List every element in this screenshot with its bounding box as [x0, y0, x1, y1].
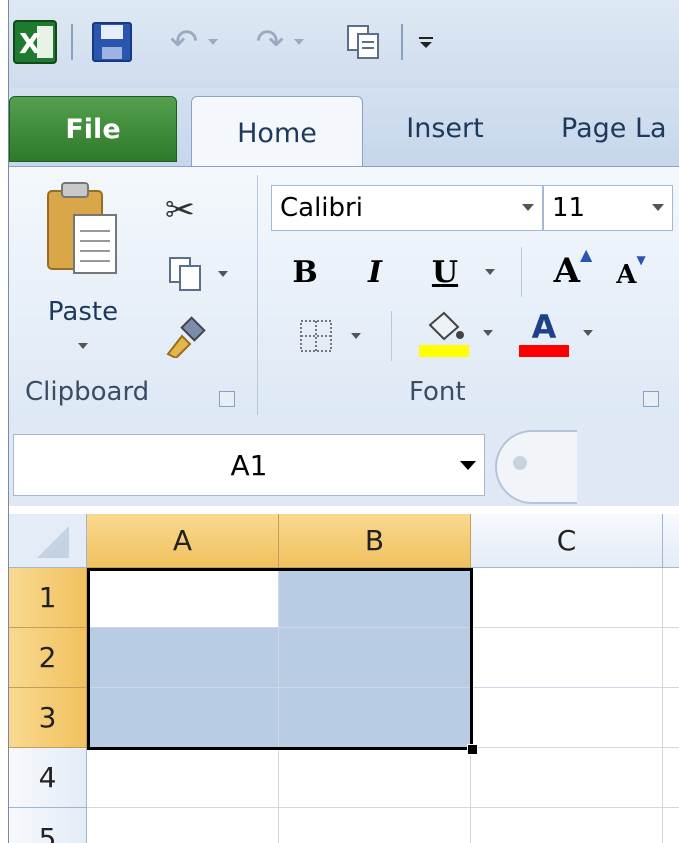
save-icon[interactable] [87, 20, 137, 64]
column-header-b[interactable]: B [279, 514, 471, 568]
fill-color-swatch [419, 345, 469, 357]
fill-color-button[interactable] [411, 303, 501, 363]
chevron-down-icon [483, 330, 493, 336]
cell-d3[interactable] [663, 688, 679, 748]
italic-button[interactable]: I [355, 247, 395, 297]
worksheet-grid[interactable]: A B C 1 2 3 4 5 [9, 506, 679, 843]
svg-text:X: X [19, 27, 41, 60]
cell-c3[interactable] [471, 688, 663, 748]
group-label-font: Font [409, 377, 466, 407]
font-color-swatch [519, 345, 569, 357]
circle-icon [513, 456, 527, 470]
toolbar-separator [401, 24, 403, 60]
cell-d5[interactable] [663, 808, 679, 843]
paint-bucket-icon [428, 311, 464, 341]
row-header-5[interactable]: 5 [9, 808, 87, 843]
copy-button[interactable] [155, 249, 239, 299]
cut-button[interactable]: ✂ [157, 185, 203, 235]
font-dialog-launcher-icon[interactable] [643, 391, 659, 407]
group-label-clipboard: Clipboard [25, 377, 150, 407]
row-header-1[interactable]: 1 [9, 568, 87, 628]
clipboard-dialog-launcher-icon[interactable] [219, 391, 235, 407]
excel-window: X ↶ ↷ File Home Insert Page La Paste ✂ C… [8, 0, 679, 843]
column-header-c[interactable]: C [471, 514, 663, 568]
borders-button[interactable] [285, 311, 375, 361]
font-color-label: A [531, 308, 557, 346]
underline-button[interactable]: U [425, 247, 465, 297]
undo-icon: ↶ [169, 22, 199, 62]
copy-icon [169, 257, 201, 291]
redo-icon: ↷ [255, 22, 285, 62]
chevron-down-icon[interactable] [460, 461, 476, 470]
chevron-down-icon [652, 204, 664, 211]
group-separator [391, 311, 392, 361]
format-painter-button[interactable] [159, 311, 213, 361]
excel-logo-icon[interactable]: X [11, 20, 59, 64]
redo-button[interactable]: ↷ [245, 20, 315, 64]
formula-bar: A1 [9, 424, 679, 506]
row-header-2[interactable]: 2 [9, 628, 87, 688]
chevron-down-icon [583, 330, 593, 336]
cell-c2[interactable] [471, 628, 663, 688]
cell-a5[interactable] [87, 808, 279, 843]
borders-icon [300, 320, 332, 352]
grow-font-button[interactable]: A ▲ [549, 245, 597, 297]
shrink-font-label: A [616, 260, 637, 290]
ribbon-home: Paste ✂ Clipboard Calibri 11 B I U A ▲ A… [9, 166, 679, 426]
name-box-value: A1 [230, 448, 268, 482]
fill-handle[interactable] [467, 744, 478, 755]
underline-dropdown-icon[interactable] [485, 269, 495, 275]
shrink-font-button[interactable]: A ▼ [609, 253, 653, 297]
chevron-down-icon [522, 204, 534, 211]
font-size-select[interactable]: 11 [543, 185, 673, 231]
cell-b5[interactable] [279, 808, 471, 843]
cell-d2[interactable] [663, 628, 679, 688]
select-all-corner[interactable] [9, 514, 87, 568]
cell-c5[interactable] [471, 808, 663, 843]
cell-b4[interactable] [279, 748, 471, 808]
column-header-a[interactable]: A [87, 514, 279, 568]
arrow-down-icon: ▼ [636, 253, 646, 267]
ribbon-tab-bar: File Home Insert Page La [9, 88, 679, 169]
font-size-value: 11 [552, 193, 586, 223]
cell-d4[interactable] [663, 748, 679, 808]
customize-qat-icon[interactable] [411, 20, 441, 64]
scissors-icon: ✂ [164, 189, 196, 231]
format-painter-icon [166, 316, 206, 358]
paste-icon [47, 182, 117, 274]
font-name-select[interactable]: Calibri [271, 185, 543, 231]
row-header-4[interactable]: 4 [9, 748, 87, 808]
name-box[interactable]: A1 [13, 434, 485, 496]
chevron-down-icon [218, 271, 228, 277]
copy-icon[interactable] [339, 20, 389, 64]
arrow-up-icon: ▲ [580, 245, 593, 264]
tab-file[interactable]: File [9, 96, 177, 162]
tab-home[interactable]: Home [191, 96, 363, 169]
chevron-down-icon [351, 333, 361, 339]
cell-d1[interactable] [663, 568, 679, 628]
column-header-d[interactable] [663, 514, 679, 568]
toolbar-separator [71, 24, 73, 60]
bold-button[interactable]: B [285, 247, 325, 297]
tab-insert[interactable]: Insert [385, 96, 505, 160]
cell-c4[interactable] [471, 748, 663, 808]
chevron-down-icon [294, 39, 305, 45]
cell-c1[interactable] [471, 568, 663, 628]
group-separator [521, 247, 522, 297]
row-header-3[interactable]: 3 [9, 688, 87, 748]
quick-access-toolbar: X ↶ ↷ [9, 0, 679, 88]
tab-page-layout[interactable]: Page La [561, 96, 679, 160]
group-separator [257, 175, 258, 415]
formula-bar-expand-button[interactable] [495, 430, 577, 504]
font-name-value: Calibri [280, 193, 363, 223]
undo-button[interactable]: ↶ [159, 20, 229, 64]
font-color-button[interactable]: A [511, 303, 601, 363]
paste-label: Paste [47, 297, 119, 327]
cell-a4[interactable] [87, 748, 279, 808]
grow-font-label: A [553, 251, 581, 291]
paste-button[interactable]: Paste [39, 181, 127, 363]
chevron-down-icon [78, 343, 88, 349]
selection-outline [87, 568, 473, 750]
chevron-down-icon [208, 39, 219, 45]
